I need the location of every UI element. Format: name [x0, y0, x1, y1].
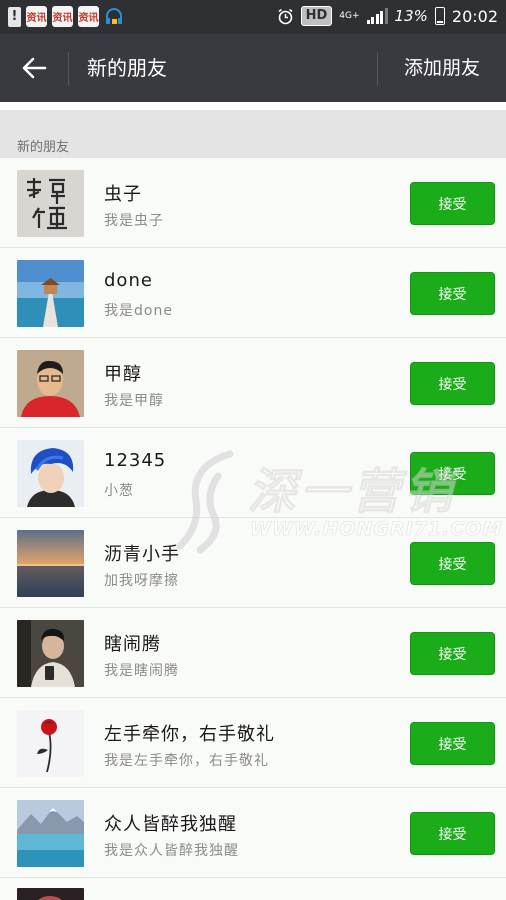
back-button[interactable] — [0, 34, 68, 102]
battery-icon — [434, 7, 445, 25]
friend-request-row[interactable]: 沥青小手 加我呀摩擦 接受 — [0, 518, 506, 608]
news-app-icon: 资讯 — [78, 6, 99, 27]
friend-request-row[interactable]: 12345 小葱 接受 — [0, 428, 506, 518]
friend-name: 众人皆醉我独醒 — [104, 814, 237, 835]
accept-button[interactable]: 接受 — [410, 722, 495, 765]
accept-button[interactable]: 接受 — [410, 182, 495, 225]
friend-message: 小葱 — [104, 483, 134, 499]
friend-name: 沥青小手 — [104, 544, 180, 565]
calligraphy-avatar[interactable] — [17, 170, 84, 237]
accept-button[interactable]: 接受 — [410, 362, 495, 405]
mirror-selfie-avatar[interactable] — [17, 620, 84, 687]
friend-message: 我是众人皆醉我独醒 — [104, 843, 239, 859]
friend-name: 虫子 — [104, 184, 142, 205]
friend-request-row[interactable]: 甲醇 我是甲醇 接受 — [0, 338, 506, 428]
friend-request-row[interactable]: 左手牵你，右手敬礼 我是左手牵你，右手敬礼 接受 — [0, 698, 506, 788]
friend-request-row[interactable]: 众人皆醉我独醒 我是众人皆醉我独醒 接受 — [0, 788, 506, 878]
man-red-shirt-avatar[interactable] — [17, 350, 84, 417]
friend-request-list: 虫子 我是虫子 接受 done 我是done 接受 甲醇 我是甲醇 接受 123… — [0, 158, 506, 900]
accept-button[interactable]: 接受 — [410, 812, 495, 855]
title-bar: 新的朋友 添加朋友 — [0, 34, 506, 102]
battery-percent: 13% — [394, 7, 428, 25]
hd-badge: HD — [300, 6, 333, 26]
friend-message: 加我呀摩擦 — [104, 573, 179, 589]
blue-hair-avatar[interactable] — [17, 440, 84, 507]
friend-name: 12345 — [104, 450, 167, 471]
page-title: 新的朋友 — [87, 56, 167, 80]
friend-message: 我是左手牵你，右手敬礼 — [104, 753, 269, 769]
accept-button[interactable]: 接受 — [410, 272, 495, 315]
red-rose-avatar[interactable] — [17, 710, 84, 777]
friend-request-row[interactable]: 瞎闹腾 我是瞎闹腾 接受 — [0, 608, 506, 698]
friend-name: 瞎闹腾 — [104, 634, 161, 655]
news-app-icon: 资讯 — [26, 6, 47, 27]
alarm-icon — [278, 8, 293, 24]
friend-request-row[interactable]: done 我是done 接受 — [0, 248, 506, 338]
friend-message: 我是甲醇 — [104, 393, 164, 409]
clock: 20:02 — [451, 6, 498, 26]
network-type: 4G+ — [339, 10, 360, 21]
avatar[interactable] — [17, 888, 84, 900]
status-bar: ! 资讯 资讯 资讯 HD 4G+ 13% 20:02 — [0, 0, 506, 34]
news-app-badge: 资讯 — [26, 13, 47, 24]
accept-button[interactable]: 接受 — [410, 632, 495, 675]
headset-lock-icon — [106, 7, 122, 24]
friend-request-row[interactable]: 虫子 我是虫子 接受 — [0, 158, 506, 248]
title-divider — [68, 52, 69, 86]
sunset-avatar[interactable] — [17, 530, 84, 597]
news-app-badge: 资讯 — [78, 13, 99, 24]
signal-icon — [366, 8, 388, 24]
news-app-badge: 资讯 — [52, 13, 73, 24]
mountain-lake-avatar[interactable] — [17, 800, 84, 867]
section-header: 新的朋友 — [0, 110, 506, 158]
friend-request-row-partial[interactable] — [0, 878, 506, 900]
pier-avatar[interactable] — [17, 260, 84, 327]
friend-name: 甲醇 — [104, 364, 142, 385]
header-gap — [0, 102, 506, 110]
back-arrow-icon — [22, 57, 47, 79]
add-friend-button[interactable]: 添加朋友 — [378, 34, 506, 102]
friend-name: done — [104, 270, 153, 291]
accept-button[interactable]: 接受 — [410, 542, 495, 585]
friend-message: 我是虫子 — [104, 213, 164, 229]
friend-name: 左手牵你，右手敬礼 — [104, 724, 275, 745]
friend-message: 我是瞎闹腾 — [104, 663, 179, 679]
friend-message: 我是done — [104, 303, 173, 319]
warning-icon: ! — [8, 6, 21, 27]
news-app-icon: 资讯 — [52, 6, 73, 27]
accept-button[interactable]: 接受 — [410, 452, 495, 495]
